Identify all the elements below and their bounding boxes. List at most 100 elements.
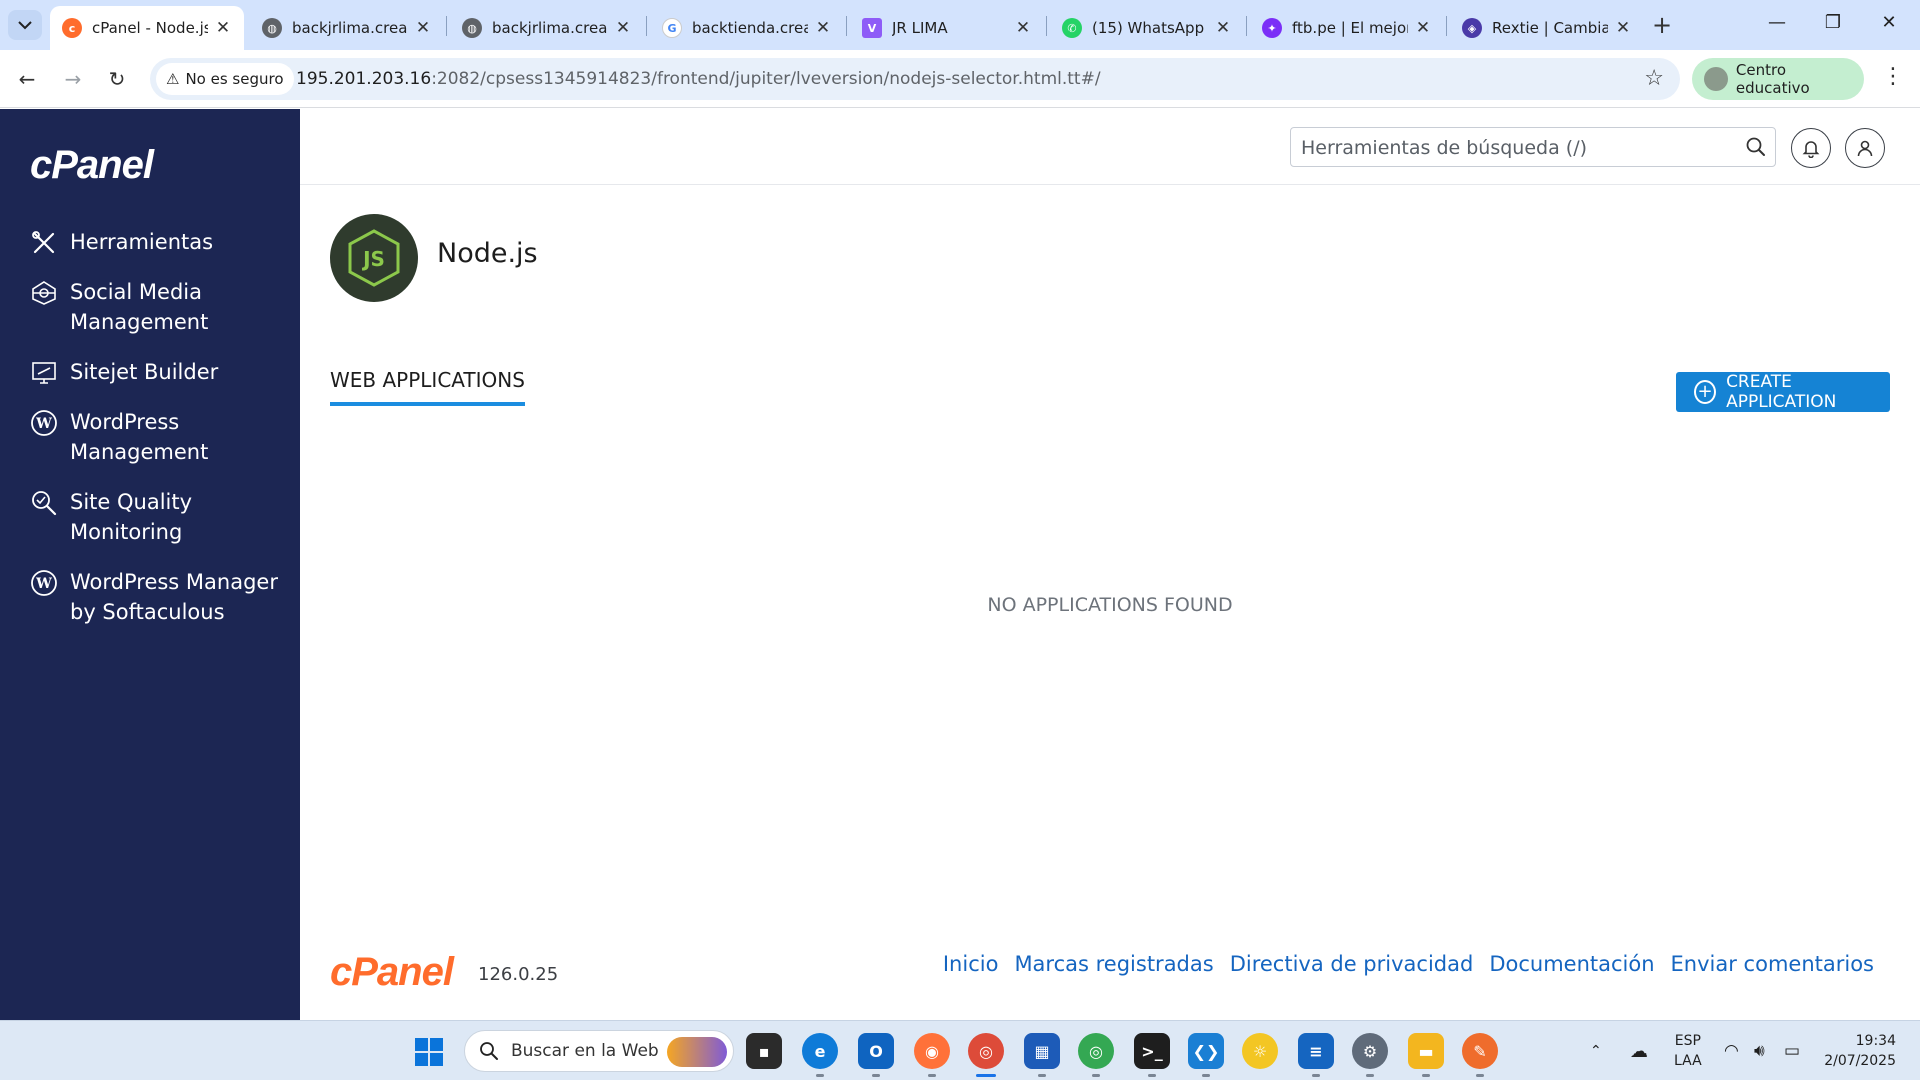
- main-header: [300, 109, 1920, 185]
- forward-button[interactable]: →: [58, 64, 88, 94]
- footer-link-feedback[interactable]: Enviar comentarios: [1671, 952, 1874, 976]
- browser-tab[interactable]: ◈ Rextie | Cambia ✕: [1450, 6, 1644, 50]
- tab-web-applications[interactable]: WEB APPLICATIONS: [330, 368, 525, 406]
- create-application-button[interactable]: + CREATE APPLICATION: [1676, 372, 1890, 412]
- browser-tab[interactable]: G backtienda.crear ✕: [650, 6, 844, 50]
- sidebar-item-herramientas[interactable]: Herramientas: [30, 227, 290, 257]
- main-content: JS Node.js WEB APPLICATIONS + CREATE APP…: [300, 186, 1920, 1020]
- minimize-button[interactable]: —: [1754, 8, 1800, 40]
- sidebar-item-label: WordPress Management: [70, 410, 209, 464]
- file-explorer-icon[interactable]: ▬: [1408, 1033, 1444, 1077]
- close-window-button[interactable]: ✕: [1866, 8, 1912, 40]
- footer-link-inicio[interactable]: Inicio: [943, 952, 999, 976]
- cpanel-logo[interactable]: cPanel: [30, 143, 154, 188]
- store-icon[interactable]: ▦: [1024, 1033, 1060, 1077]
- sidebar-item-sitejet[interactable]: Sitejet Builder: [30, 357, 290, 387]
- security-indicator[interactable]: ⚠ No es seguro: [156, 63, 294, 95]
- browser-tab[interactable]: ◍ backjrlima.crear ✕: [250, 6, 444, 50]
- browser-tab[interactable]: ✦ ftb.pe | El mejor ✕: [1250, 6, 1444, 50]
- close-icon[interactable]: ✕: [1014, 18, 1032, 38]
- sidebar-item-social-media[interactable]: Social Media Management: [30, 277, 290, 337]
- browser-tab[interactable]: ✆ (15) WhatsApp ✕: [1050, 6, 1244, 50]
- notifications-button[interactable]: [1791, 128, 1831, 168]
- search-icon: [480, 1042, 498, 1060]
- close-icon[interactable]: ✕: [614, 18, 632, 38]
- bookmark-star-icon[interactable]: ☆: [1644, 66, 1664, 91]
- close-icon[interactable]: ✕: [814, 18, 832, 38]
- firefox-icon[interactable]: ◉: [914, 1033, 950, 1077]
- cpanel-favicon-icon: c: [62, 18, 82, 38]
- battery-icon[interactable]: ▭: [1784, 1021, 1800, 1080]
- tab-separator: [846, 16, 847, 36]
- outlook-icon[interactable]: O: [858, 1033, 894, 1077]
- tab-title: backtienda.crear: [692, 19, 808, 37]
- more-menu-icon[interactable]: ⋮: [1882, 64, 1904, 89]
- search-icon[interactable]: [1745, 136, 1767, 162]
- reload-button[interactable]: ↻: [102, 64, 132, 94]
- footer-cpanel-logo[interactable]: cPanel: [330, 950, 454, 995]
- tab-title: Rextie | Cambia: [1492, 19, 1608, 37]
- bell-icon: [1802, 141, 1820, 158]
- sticky-icon[interactable]: ☼: [1242, 1033, 1278, 1069]
- back-button[interactable]: ←: [12, 64, 42, 94]
- clock-date: 2/07/2025: [1824, 1053, 1896, 1069]
- tab-separator: [446, 16, 447, 36]
- notepad-icon[interactable]: ≡: [1298, 1033, 1334, 1077]
- browser-tab[interactable]: V JR LIMA ✕: [850, 6, 1044, 50]
- clock[interactable]: 19:34 2/07/2025: [1822, 1031, 1896, 1071]
- close-icon[interactable]: ✕: [1614, 18, 1632, 38]
- address-bar[interactable]: ⚠ No es seguro 195.201.203.16:2082/cpses…: [150, 58, 1680, 100]
- globe-icon: ◍: [262, 18, 282, 38]
- volume-icon[interactable]: 🔊︎: [1754, 1021, 1765, 1080]
- browser-tab[interactable]: c cPanel - Node.js ✕: [50, 6, 244, 50]
- sidebar-item-label: Site Quality Monitoring: [70, 490, 193, 544]
- chrome-profile-icon[interactable]: ◎: [1078, 1033, 1114, 1077]
- language-indicator[interactable]: ESP LAA: [1674, 1031, 1702, 1071]
- close-icon[interactable]: ✕: [414, 18, 432, 38]
- onedrive-offline-icon[interactable]: ☁: [1630, 1021, 1648, 1080]
- vscode-icon[interactable]: ❮❯: [1188, 1033, 1224, 1077]
- language-code: ESP: [1674, 1033, 1701, 1049]
- google-icon: G: [662, 18, 682, 38]
- settings-gear-icon[interactable]: ⚙: [1352, 1033, 1388, 1077]
- tab-title: backjrlima.crear: [492, 19, 608, 37]
- user-menu-button[interactable]: [1845, 128, 1885, 168]
- postman-icon[interactable]: ✎: [1462, 1033, 1498, 1077]
- sidebar-item-wordpress-softaculous[interactable]: W WordPress Manager by Softaculous: [30, 567, 290, 627]
- new-tab-button[interactable]: +: [1648, 12, 1676, 40]
- tray-overflow-icon[interactable]: ⌃: [1590, 1021, 1602, 1080]
- terminal-icon[interactable]: >_: [1134, 1033, 1170, 1077]
- tab-title: JR LIMA: [892, 19, 948, 37]
- footer-links: Inicio Marcas registradas Directiva de p…: [943, 952, 1874, 976]
- search-input[interactable]: [1301, 134, 1721, 162]
- wifi-icon[interactable]: ◠: [1724, 1021, 1739, 1080]
- search-highlight-icon: [667, 1037, 727, 1067]
- globe-icon: ◍: [462, 18, 482, 38]
- footer-link-privacy[interactable]: Directiva de privacidad: [1230, 952, 1474, 976]
- chrome-icon[interactable]: ◎: [968, 1033, 1004, 1077]
- footer-link-documentation[interactable]: Documentación: [1489, 952, 1654, 976]
- footer-link-trademarks[interactable]: Marcas registradas: [1014, 952, 1213, 976]
- task-view-icon[interactable]: ▪: [746, 1033, 782, 1069]
- edge-icon[interactable]: e: [802, 1033, 838, 1077]
- close-icon[interactable]: ✕: [214, 18, 232, 38]
- tool-search-box[interactable]: [1290, 127, 1776, 167]
- keyboard-layout: LAA: [1674, 1053, 1702, 1069]
- profile-button[interactable]: Centro educativo: [1692, 58, 1864, 100]
- tab-search-button[interactable]: [8, 10, 42, 40]
- url-host: 195.201.203.16: [296, 69, 432, 89]
- site-quality-icon: [30, 489, 58, 517]
- cpanel-sidebar: cPanel Herramientas Social Media Managem…: [0, 109, 300, 1020]
- taskbar-search[interactable]: Buscar en la Web: [464, 1030, 734, 1072]
- svg-text:W: W: [35, 576, 52, 592]
- sidebar-item-site-quality[interactable]: Site Quality Monitoring: [30, 487, 290, 547]
- close-icon[interactable]: ✕: [1414, 18, 1432, 38]
- close-icon[interactable]: ✕: [1214, 18, 1232, 38]
- windows-start-icon[interactable]: [414, 1037, 444, 1067]
- restore-button[interactable]: ❐: [1810, 8, 1856, 40]
- browser-toolbar: ← → ↻ ⚠ No es seguro 195.201.203.16:2082…: [0, 50, 1920, 108]
- vite-icon: V: [862, 18, 882, 38]
- browser-tab[interactable]: ◍ backjrlima.crear ✕: [450, 6, 644, 50]
- sidebar-item-wordpress-management[interactable]: W WordPress Management: [30, 407, 290, 467]
- url-text[interactable]: 195.201.203.16:2082/cpsess1345914823/fro…: [296, 69, 1101, 89]
